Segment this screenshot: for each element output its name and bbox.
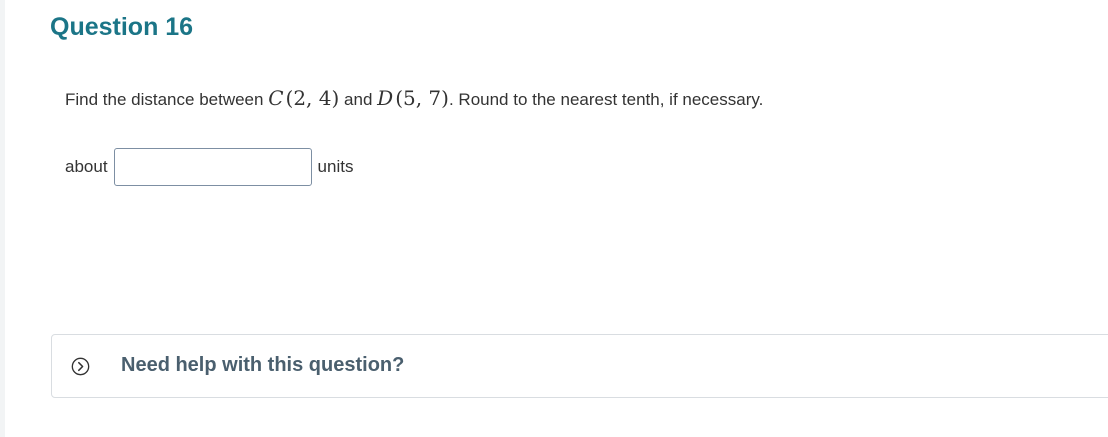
point-d: D (5, 7): [377, 86, 449, 110]
point-d-name: D: [377, 86, 394, 110]
answer-units-label: units: [317, 157, 354, 176]
prompt-prefix: Find the distance between: [65, 90, 264, 109]
help-toggle-panel[interactable]: Need help with this question?: [51, 334, 1108, 398]
point-c-name: C: [268, 86, 284, 110]
prompt-suffix: . Round to the nearest tenth, if necessa…: [448, 90, 764, 109]
question-title: Question 16: [50, 13, 194, 41]
question-prompt: Find the distance between C (2, 4) and D…: [65, 86, 763, 110]
point-d-coords: (5, 7): [395, 86, 449, 110]
chevron-right-circle-icon: [71, 357, 90, 376]
prompt-conjunction: and: [344, 90, 373, 109]
point-c: C (2, 4): [268, 86, 339, 110]
left-rail: [0, 0, 5, 437]
distance-answer-input[interactable]: [113, 148, 312, 186]
answer-row: about units: [65, 148, 353, 186]
help-label: Need help with this question?: [121, 354, 405, 376]
answer-prefix-label: about: [65, 157, 108, 176]
point-c-coords: (2, 4): [285, 86, 340, 110]
